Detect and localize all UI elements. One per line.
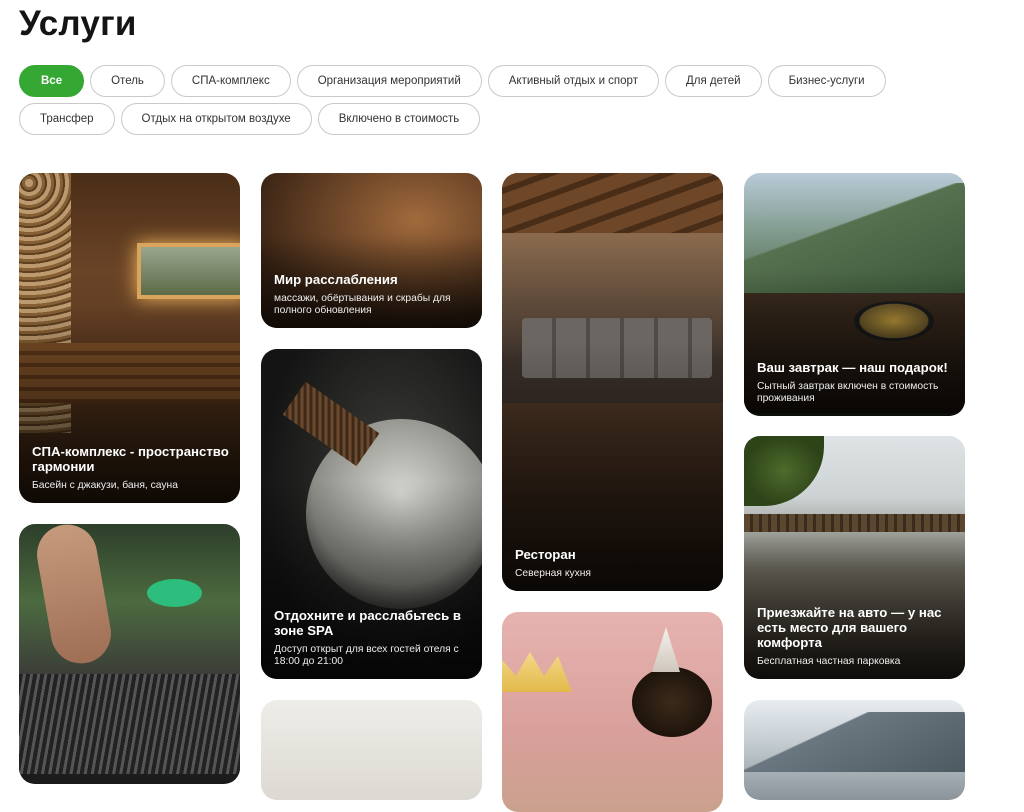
filter-chip-all[interactable]: Все xyxy=(19,65,85,97)
filter-chip-events[interactable]: Организация мероприятий xyxy=(296,65,482,97)
card-description: Доступ открыт для всех гостей отеля с 18… xyxy=(274,644,459,667)
filter-chip-business[interactable]: Бизнес-услуги xyxy=(767,65,886,97)
card-title: СПА-комплекс - пространство гармонии xyxy=(32,444,229,474)
service-card-breakfast[interactable]: Ваш завтрак — наш подарок! Сытный завтра… xyxy=(744,173,965,416)
filter-chip-included[interactable]: Включено в стоимость xyxy=(317,103,481,135)
filter-row-2: Трансфер Отдых на открытом воздухе Включ… xyxy=(19,103,1009,135)
card-title: Ресторан xyxy=(515,547,576,562)
service-card-spa-zone[interactable]: Отдохните и расслабьтесь в зоне SPA Дост… xyxy=(261,349,482,679)
service-card-kids[interactable] xyxy=(502,612,723,812)
service-filters: Все Отель СПА-комплекс Организация мероп… xyxy=(19,65,1009,141)
service-card-col2-bottom[interactable] xyxy=(261,700,482,800)
mountains-image xyxy=(744,700,965,800)
service-card-restaurant[interactable]: Ресторан Северная кухня xyxy=(502,173,723,591)
card-description: Басейн с джакузи, баня, сауна xyxy=(32,480,178,491)
card-title: Мир расслабления xyxy=(274,272,398,287)
card-description: массажи, обёртывания и скрабы для полног… xyxy=(274,293,451,316)
service-image xyxy=(261,700,482,800)
page-title: Услуги xyxy=(19,4,137,43)
filter-chip-spa[interactable]: СПА-комплекс xyxy=(170,65,291,97)
filter-chip-kids[interactable]: Для детей xyxy=(664,65,762,97)
card-title: Приезжайте на авто — у нас есть место дл… xyxy=(757,605,942,650)
card-title: Отдохните и расслабьтесь в зоне SPA xyxy=(274,608,461,638)
filter-chip-transfer[interactable]: Трансфер xyxy=(19,103,115,135)
card-description: Сытный завтрак включен в стоимость прожи… xyxy=(757,381,939,404)
bbq-image xyxy=(19,524,240,784)
service-card-col4-bottom[interactable] xyxy=(744,700,965,800)
kids-party-image xyxy=(502,612,723,812)
service-card-bbq[interactable] xyxy=(19,524,240,784)
filter-row-1: Все Отель СПА-комплекс Организация мероп… xyxy=(19,65,1009,97)
service-card-parking[interactable]: Приезжайте на авто — у нас есть место дл… xyxy=(744,436,965,679)
service-card-spa-complex[interactable]: СПА-комплекс - пространство гармонии Бас… xyxy=(19,173,240,503)
service-card-relax-world[interactable]: Мир расслабления массажи, обёртывания и … xyxy=(261,173,482,328)
card-title: Ваш завтрак — наш подарок! xyxy=(757,360,948,375)
card-description: Бесплатная частная парковка xyxy=(757,656,901,667)
card-description: Северная кухня xyxy=(515,568,591,579)
filter-chip-active-sport[interactable]: Активный отдых и спорт xyxy=(487,65,659,97)
filter-chip-hotel[interactable]: Отель xyxy=(90,65,165,97)
filter-chip-outdoor[interactable]: Отдых на открытом воздухе xyxy=(120,103,312,135)
